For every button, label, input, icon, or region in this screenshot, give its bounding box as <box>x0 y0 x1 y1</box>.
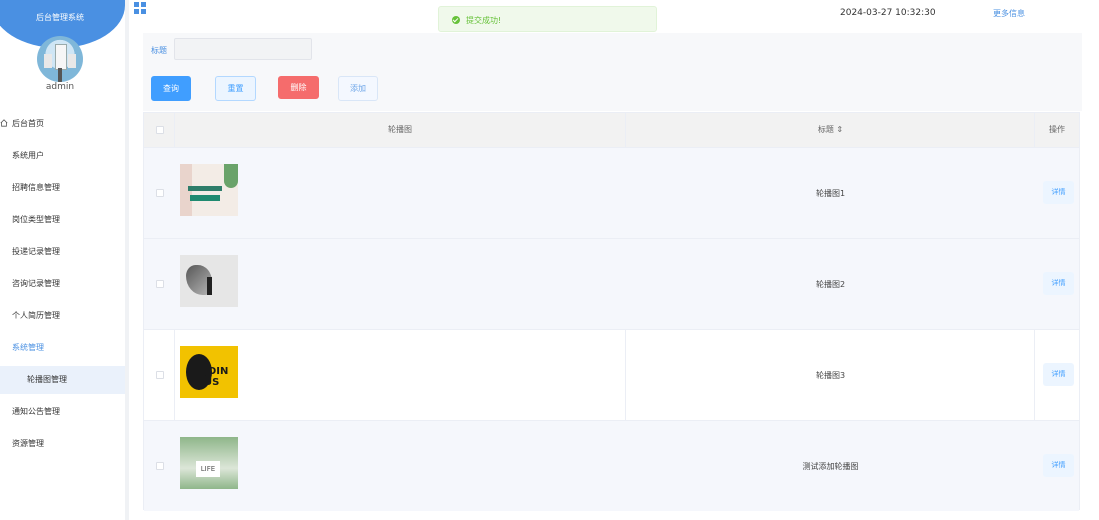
toast-message: 提交成功! <box>466 16 502 25</box>
row-title: 轮播图3 <box>815 371 846 380</box>
table-row: 轮播图1 详情 <box>144 147 1079 238</box>
sidebar-item-home[interactable]: 后台首页 <box>0 110 125 142</box>
row-checkbox[interactable] <box>156 280 164 288</box>
home-icon <box>0 119 8 127</box>
table-header: 轮播图 标题 ⇕ 操作 <box>144 113 1079 147</box>
column-header-actions: 操作 <box>1049 125 1065 134</box>
check-circle-icon <box>452 16 460 24</box>
sidebar-item-label: 招聘信息管理 <box>12 183 60 192</box>
sidebar-item-label: 系统管理 <box>12 343 44 352</box>
sidebar-item-consultations[interactable]: 咨询记录管理 <box>0 270 125 302</box>
row-checkbox[interactable] <box>156 189 164 197</box>
title-filter-input[interactable] <box>174 38 312 60</box>
header-datetime: 2024-03-27 10:32:30 <box>840 8 936 18</box>
more-info-link[interactable]: 更多信息 <box>993 8 1025 19</box>
sidebar-item-label: 岗位类型管理 <box>12 215 60 224</box>
menu-toggle-icon[interactable] <box>134 2 146 14</box>
detail-button[interactable]: 详情 <box>1043 454 1074 477</box>
sidebar-item-label: 资源管理 <box>12 439 44 448</box>
thumbnail-text: LIFE <box>196 461 220 477</box>
reset-button[interactable]: 重置 <box>215 76 256 101</box>
search-button[interactable]: 查询 <box>151 76 191 101</box>
brand-title: 后台管理系统 <box>36 13 84 22</box>
sidebar-item-resources[interactable]: 资源管理 <box>0 430 125 462</box>
sidebar-item-system-users[interactable]: 系统用户 <box>0 142 125 174</box>
sidebar-item-label: 投递记录管理 <box>12 247 60 256</box>
sidebar-item-recruitment[interactable]: 招聘信息管理 <box>0 174 125 206</box>
sidebar-item-job-types[interactable]: 岗位类型管理 <box>0 206 125 238</box>
carousel-thumbnail: JOIN US <box>180 346 238 398</box>
table-row: JOIN US 轮播图3 详情 <box>144 329 1079 420</box>
sidebar-scrollbar[interactable] <box>125 0 129 520</box>
username: admin <box>45 82 75 92</box>
row-checkbox[interactable] <box>156 462 164 470</box>
detail-button[interactable]: 详情 <box>1043 363 1074 386</box>
sidebar-item-system-management[interactable]: 系统管理 <box>0 334 125 366</box>
success-toast: 提交成功! <box>438 6 657 32</box>
column-header-title[interactable]: 标题 ⇕ <box>626 113 1035 147</box>
sidebar-item-label: 个人简历管理 <box>12 311 60 320</box>
add-button[interactable]: 添加 <box>338 76 378 101</box>
sidebar-item-label: 系统用户 <box>12 151 44 160</box>
sidebar-item-label: 咨询记录管理 <box>12 279 60 288</box>
carousel-thumbnail <box>180 164 238 216</box>
row-checkbox[interactable] <box>156 371 164 379</box>
row-title: 轮播图2 <box>815 280 846 289</box>
sidebar: 后台管理系统 admin 后台首页 系统用户 招聘信息管理 岗位类型管理 投递记… <box>0 0 125 520</box>
row-title: 轮播图1 <box>815 189 846 198</box>
row-title: 测试添加轮播图 <box>802 462 859 471</box>
sidebar-item-resumes[interactable]: 个人简历管理 <box>0 302 125 334</box>
sidebar-item-label: 后台首页 <box>12 119 44 128</box>
sidebar-menu: 后台首页 系统用户 招聘信息管理 岗位类型管理 投递记录管理 咨询记录管理 个人… <box>0 110 125 462</box>
detail-button[interactable]: 详情 <box>1043 181 1074 204</box>
carousel-thumbnail <box>180 255 238 307</box>
detail-button[interactable]: 详情 <box>1043 272 1074 295</box>
table-row: LIFE 测试添加轮播图 详情 <box>144 420 1079 511</box>
table-row: 轮播图2 详情 <box>144 238 1079 329</box>
sidebar-item-applications[interactable]: 投递记录管理 <box>0 238 125 270</box>
thumbnail-text: JOIN US <box>204 366 229 388</box>
sidebar-subitem-carousel[interactable]: 轮播图管理 <box>0 366 125 394</box>
carousel-table: 轮播图 标题 ⇕ 操作 轮播图1 详情 轮播图2 详情 JOIN US 轮播图3… <box>143 112 1080 511</box>
sidebar-item-notices[interactable]: 通知公告管理 <box>0 398 125 430</box>
column-header-image: 轮播图 <box>388 125 412 134</box>
select-all-checkbox[interactable] <box>156 126 164 134</box>
avatar[interactable] <box>37 36 83 82</box>
carousel-thumbnail: LIFE <box>180 437 238 489</box>
title-filter-label: 标题 <box>151 46 167 55</box>
sidebar-item-label: 通知公告管理 <box>12 407 60 416</box>
sidebar-item-label: 轮播图管理 <box>27 375 67 384</box>
delete-button[interactable]: 删除 <box>278 76 319 99</box>
